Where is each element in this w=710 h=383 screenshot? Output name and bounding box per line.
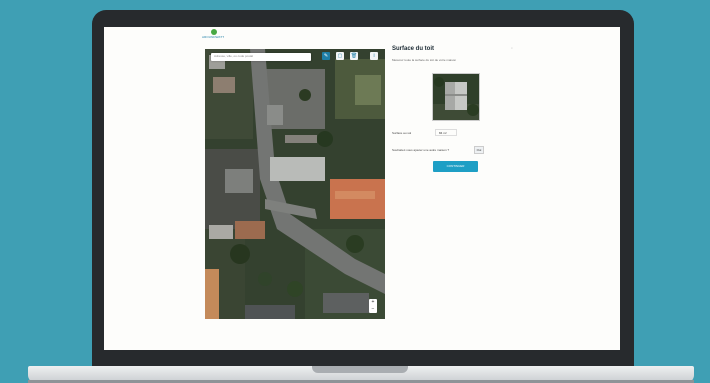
continue-button[interactable]: CONTINUER [433, 161, 478, 172]
roof-thumbnail [432, 73, 480, 121]
zoom-in-button[interactable]: + [369, 299, 377, 306]
trash-icon[interactable]: 🗑 [350, 52, 358, 60]
satellite-map[interactable]: Adresse, ville, ou code postal ✎ ▢ 🗑 i +… [205, 49, 385, 319]
map-imagery [205, 49, 385, 319]
zoom-out-button[interactable]: − [369, 306, 377, 313]
add-house-toggle[interactable]: Oui [474, 146, 484, 154]
panel-title: Surface du toit [392, 46, 435, 52]
zoom-control: + − [369, 299, 377, 313]
add-house-question: Souhaitez-vous ajouter une autre maison … [392, 148, 450, 152]
search-placeholder: Adresse, ville, ou code postal [214, 54, 254, 58]
surface-label: Surface au sol [392, 131, 412, 135]
laptop-notch [312, 366, 408, 373]
app-screen: AROUNDWATT Adresse, ville, ou code posta… [104, 27, 620, 350]
logo-text: AROUNDWATT [202, 35, 225, 39]
square-icon[interactable]: ▢ [336, 52, 344, 60]
logo[interactable]: AROUNDWATT [202, 29, 230, 43]
address-search-input[interactable]: Adresse, ville, ou code postal [211, 53, 311, 61]
pencil-icon[interactable]: ✎ [322, 52, 330, 60]
panel-description: Mesurez toute la surface du toit de votr… [392, 58, 457, 62]
close-button[interactable]: × [511, 46, 513, 50]
info-icon[interactable]: i [370, 52, 378, 60]
roof-image [433, 74, 479, 120]
surface-input[interactable]: 84 m² [435, 129, 457, 136]
